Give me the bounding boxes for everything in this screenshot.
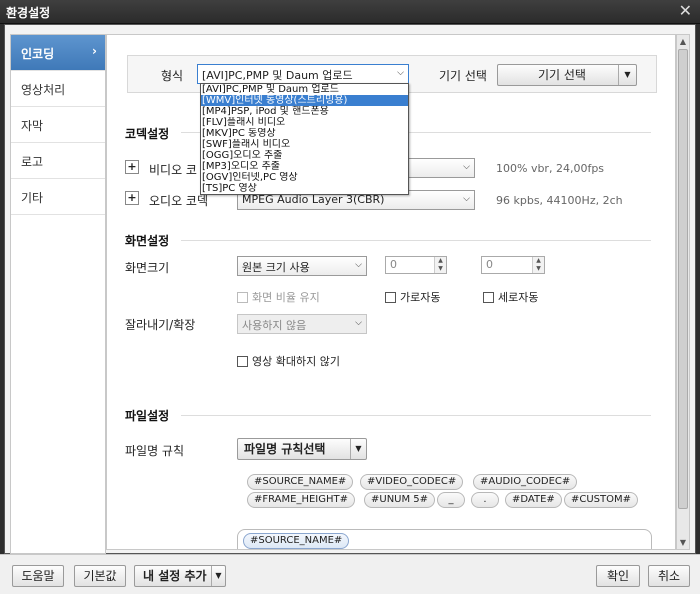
filename-tag-underscore[interactable]: _: [437, 492, 465, 508]
filename-tag-date[interactable]: #DATE#: [505, 492, 562, 508]
auto-width-label: 가로자동: [400, 291, 441, 304]
format-option[interactable]: [AVI]PC,PMP 및 Daum 업로드: [201, 84, 408, 95]
file-rule-label: 파일명 규칙: [125, 444, 185, 458]
format-dropdown-list: [AVI]PC,PMP 및 Daum 업로드 [WMV]인터넷 동영상(스트리밍…: [200, 83, 409, 195]
sidebar-item-subtitle[interactable]: 자막: [11, 107, 105, 143]
sidebar-item-encoding[interactable]: 인코딩 ›: [11, 35, 105, 71]
height-stepper[interactable]: 0 ▲ ▼: [481, 256, 545, 274]
checkbox-box: [483, 292, 494, 303]
file-rule-button-label: 파일명 규칙선택: [244, 442, 326, 456]
sidebar-item-video-processing[interactable]: 영상처리: [11, 71, 105, 107]
format-option[interactable]: [OGV]인터넷,PC 영상: [201, 172, 408, 183]
format-option[interactable]: [MP4]PSP, iPod 및 핸드폰용: [201, 106, 408, 117]
crop-value: 사용하지 않음: [242, 319, 307, 332]
caret-down-icon: ▼: [211, 566, 225, 586]
format-option[interactable]: [MP3]오디오 추출: [201, 161, 408, 172]
format-select[interactable]: [AVI]PC,PMP 및 Daum 업로드 ⌵: [197, 64, 409, 84]
width-value: 0: [390, 258, 397, 271]
sidebar-item-etc[interactable]: 기타: [11, 179, 105, 215]
scrollbar-thumb[interactable]: [678, 49, 688, 509]
chevron-down-icon: ⌵: [355, 318, 362, 328]
screen-size-select[interactable]: 원본 크기 사용 ⌵: [237, 256, 367, 276]
sidebar-item-label: 로고: [21, 155, 44, 169]
chevron-down-icon: ⌵: [397, 68, 404, 78]
format-option[interactable]: [SWF]플래시 비디오: [201, 139, 408, 150]
auto-height-checkbox[interactable]: 세로자동: [483, 289, 538, 305]
caret-down-icon: ▼: [618, 65, 636, 85]
stepper-arrows-icon[interactable]: ▲ ▼: [434, 257, 446, 273]
audio-codec-info: 96 kpbs, 44100Hz, 2ch: [496, 194, 623, 207]
chevron-down-icon: ⌵: [355, 260, 362, 270]
divider: [181, 240, 651, 241]
codec-section-title: 코덱설정: [125, 127, 170, 141]
video-codec-info: 100% vbr, 24,00fps: [496, 162, 605, 175]
video-codec-label: 비디오 코: [149, 163, 197, 177]
filename-tag-audio-codec[interactable]: #AUDIO_CODEC#: [473, 474, 578, 490]
audio-codec-expand-icon[interactable]: +: [125, 191, 139, 205]
filename-tag-unum[interactable]: #UNUM 5#: [364, 492, 436, 508]
keep-ratio-checkbox[interactable]: 화면 비율 유지: [237, 289, 320, 305]
filename-tag-source-name[interactable]: #SOURCE_NAME#: [247, 474, 354, 490]
stepper-arrows-icon[interactable]: ▲ ▼: [532, 257, 544, 273]
no-enlarge-label: 영상 확대하지 않기: [252, 355, 340, 368]
auto-width-checkbox[interactable]: 가로자동: [385, 289, 440, 305]
window-title: 환경설정: [6, 6, 51, 20]
screen-section-title: 화면설정: [125, 234, 170, 248]
format-option[interactable]: [OGG]오디오 추출: [201, 150, 408, 161]
file-section-title: 파일설정: [125, 409, 170, 423]
format-option[interactable]: [FLV]플래시 비디오: [201, 117, 408, 128]
file-rule-select-button[interactable]: 파일명 규칙선택 ▼: [237, 438, 367, 460]
device-select-button[interactable]: 기기 선택 ▼: [497, 64, 637, 86]
close-icon[interactable]: ✕: [679, 2, 692, 20]
filename-tag-dot[interactable]: .: [471, 492, 499, 508]
checkbox-box: [237, 292, 248, 303]
scroll-up-icon[interactable]: ▲: [677, 35, 689, 48]
default-button[interactable]: 기본값: [74, 565, 126, 587]
filename-tag-video-codec[interactable]: #VIDEO_CODEC#: [360, 474, 464, 490]
chevron-right-icon: ›: [92, 44, 97, 58]
format-label: 형식: [161, 69, 184, 83]
height-value: 0: [486, 258, 493, 271]
help-button[interactable]: 도움말: [12, 565, 64, 587]
window-titlebar: 환경설정 ✕: [0, 0, 700, 24]
checkbox-box: [237, 356, 248, 367]
sidebar-item-label: 기타: [21, 191, 44, 205]
width-stepper[interactable]: 0 ▲ ▼: [385, 256, 447, 274]
chevron-down-icon: ⌵: [463, 194, 470, 204]
device-label: 기기 선택: [439, 69, 487, 83]
format-option[interactable]: [MKV]PC 동영상: [201, 128, 408, 139]
keep-ratio-label: 화면 비율 유지: [252, 291, 320, 304]
add-preset-button[interactable]: 내 설정 추가 ▼: [134, 565, 226, 587]
add-preset-label: 내 설정 추가: [143, 569, 207, 583]
sidebar-item-label: 자막: [21, 119, 44, 133]
caret-down-icon: ▼: [350, 439, 366, 459]
screen-size-value: 원본 크기 사용: [242, 261, 310, 274]
crop-label: 잘라내기/확장: [125, 318, 196, 332]
filename-tag-custom[interactable]: #CUSTOM#: [564, 492, 639, 508]
chevron-down-icon: ⌵: [463, 162, 470, 172]
sidebar-item-logo[interactable]: 로고: [11, 143, 105, 179]
ok-button[interactable]: 확인: [596, 565, 640, 587]
video-codec-expand-icon[interactable]: +: [125, 160, 139, 174]
format-option[interactable]: [TS]PC 영상: [201, 183, 408, 194]
content-scrollbar[interactable]: ▲ ▼: [676, 34, 690, 550]
sidebar-item-label: 인코딩: [21, 47, 55, 61]
cancel-button[interactable]: 취소: [648, 565, 690, 587]
divider: [181, 415, 651, 416]
filename-pattern-tag[interactable]: #SOURCE_NAME#: [243, 533, 350, 549]
sidebar: 인코딩 › 영상처리 자막 로고 기타: [10, 34, 106, 554]
sidebar-item-label: 영상처리: [21, 83, 66, 97]
format-select-value: [AVI]PC,PMP 및 Daum 업로드: [202, 69, 353, 82]
no-enlarge-checkbox[interactable]: 영상 확대하지 않기: [237, 353, 340, 369]
device-select-label: 기기 선택: [538, 68, 586, 82]
filename-tag-frame-height[interactable]: #FRAME_HEIGHT#: [247, 492, 356, 508]
crop-select[interactable]: 사용하지 않음 ⌵: [237, 314, 367, 334]
screen-size-label: 화면크기: [125, 261, 170, 275]
scroll-down-icon[interactable]: ▼: [677, 536, 689, 549]
auto-height-label: 세로자동: [498, 291, 539, 304]
dialog-footer: 도움말 기본값 내 설정 추가 ▼ 확인 취소: [0, 554, 700, 594]
checkbox-box: [385, 292, 396, 303]
format-option-highlighted[interactable]: [WMV]인터넷 동영상(스트리밍용): [201, 95, 408, 106]
